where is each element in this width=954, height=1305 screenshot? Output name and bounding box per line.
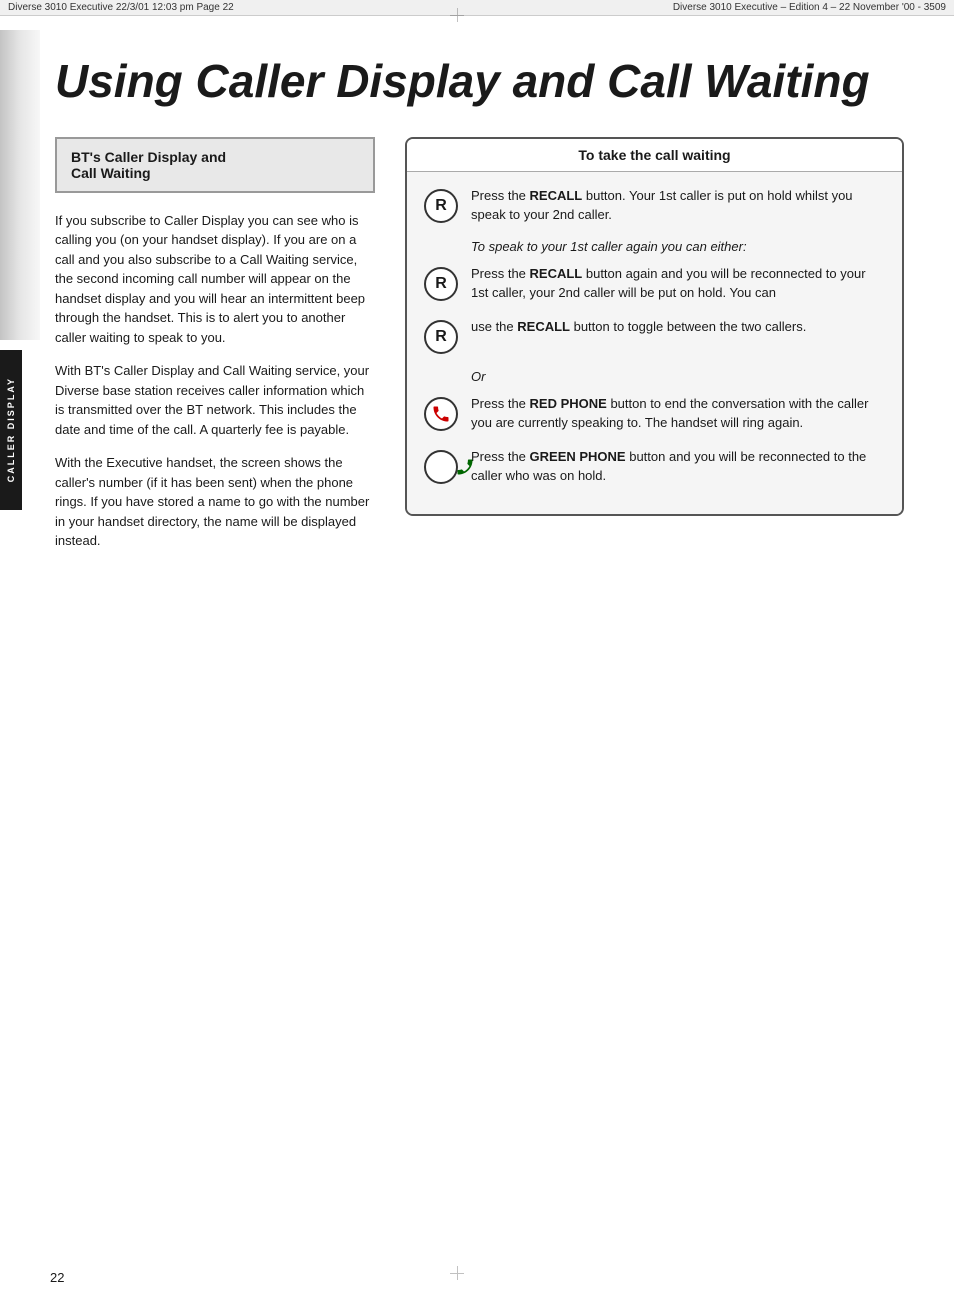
call-waiting-title: To take the call waiting xyxy=(407,139,902,172)
recall-icon-3: R xyxy=(424,320,458,354)
red-phone-bold: RED PHONE xyxy=(530,396,607,411)
recall-bold-2: RECALL xyxy=(530,266,583,281)
call-waiting-content: R Press the RECALL button. Your 1st call… xyxy=(407,172,902,514)
recall-icon-2: R xyxy=(424,267,458,301)
header-line1: Diverse 3010 Executive 22/3/01 12:03 pm … xyxy=(8,2,234,13)
step-1-text: Press the RECALL button. Your 1st caller… xyxy=(471,186,886,225)
two-column-layout: BT's Caller Display and Call Waiting If … xyxy=(55,137,904,565)
decorative-strip xyxy=(0,30,40,340)
page-title: Using Caller Display and Call Waiting xyxy=(55,56,904,107)
right-column: To take the call waiting R Press the REC… xyxy=(405,137,904,565)
step-2-icon: R xyxy=(423,266,459,302)
body-para-3: With the Executive handset, the screen s… xyxy=(55,453,375,551)
header-line2: Diverse 3010 Executive – Edition 4 – 22 … xyxy=(673,2,946,13)
or-text: Or xyxy=(471,369,886,384)
italic-subhead: To speak to your 1st caller again you ca… xyxy=(471,239,886,254)
crosshair-top xyxy=(450,8,464,22)
bt-box-title: BT's Caller Display and Call Waiting xyxy=(71,149,359,181)
crosshair-bottom xyxy=(450,1266,464,1280)
step-row-4: Press the RED PHONE button to end the co… xyxy=(423,394,886,433)
step-5-text: Press the GREEN PHONE button and you wil… xyxy=(471,447,886,486)
recall-bold-1: RECALL xyxy=(530,188,583,203)
page-number: 22 xyxy=(50,1270,64,1285)
step-1-icon: R xyxy=(423,188,459,224)
step-3-text: use the RECALL button to toggle between … xyxy=(471,317,886,337)
recall-bold-3: RECALL xyxy=(517,319,570,334)
header-bar: Diverse 3010 Executive 22/3/01 12:03 pm … xyxy=(0,0,954,16)
green-phone-bold: GREEN PHONE xyxy=(530,449,626,464)
step-5-icon xyxy=(423,449,459,485)
left-column: BT's Caller Display and Call Waiting If … xyxy=(55,137,375,565)
body-para-1: If you subscribe to Caller Display you c… xyxy=(55,211,375,348)
step-row-1: R Press the RECALL button. Your 1st call… xyxy=(423,186,886,225)
step-row-2: R Press the RECALL button again and you … xyxy=(423,264,886,303)
bt-caller-display-box: BT's Caller Display and Call Waiting xyxy=(55,137,375,193)
step-4-icon xyxy=(423,396,459,432)
red-phone-icon xyxy=(424,397,458,431)
call-waiting-box: To take the call waiting R Press the REC… xyxy=(405,137,904,516)
step-3-icon: R xyxy=(423,319,459,355)
green-phone-icon xyxy=(424,450,458,484)
recall-icon-1: R xyxy=(424,189,458,223)
step-row-3: R use the RECALL button to toggle betwee… xyxy=(423,317,886,355)
main-content: Using Caller Display and Call Waiting BT… xyxy=(0,16,954,595)
body-para-2: With BT's Caller Display and Call Waitin… xyxy=(55,361,375,439)
step-row-5: Press the GREEN PHONE button and you wil… xyxy=(423,447,886,486)
step-2-text: Press the RECALL button again and you wi… xyxy=(471,264,886,303)
step-4-text: Press the RED PHONE button to end the co… xyxy=(471,394,886,433)
side-label-caller-display: CALLER DISPLAY xyxy=(0,350,22,510)
